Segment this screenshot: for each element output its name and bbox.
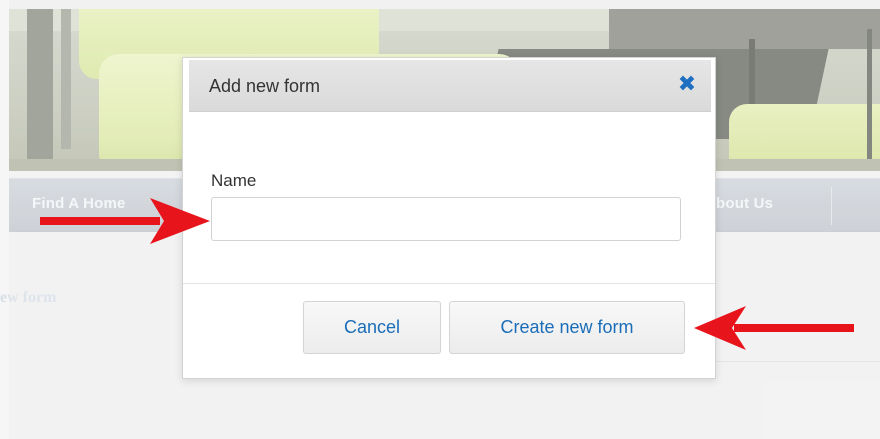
page-edge — [0, 0, 9, 439]
dialog-title: Add new form — [209, 76, 321, 96]
name-label: Name — [211, 171, 257, 190]
name-input[interactable] — [211, 197, 681, 241]
arrow-to-name-input-icon — [40, 198, 210, 244]
cancel-button[interactable]: Cancel — [303, 301, 441, 354]
add-form-dialog: Add new form ✖ Name Cancel Create new fo… — [182, 57, 716, 379]
create-new-form-button[interactable]: Create new form — [449, 301, 685, 354]
close-icon[interactable]: ✖ — [677, 72, 697, 96]
dialog-header: Add new form ✖ — [189, 60, 711, 112]
arrow-to-create-button-icon — [694, 306, 854, 350]
dialog-divider — [183, 283, 715, 284]
